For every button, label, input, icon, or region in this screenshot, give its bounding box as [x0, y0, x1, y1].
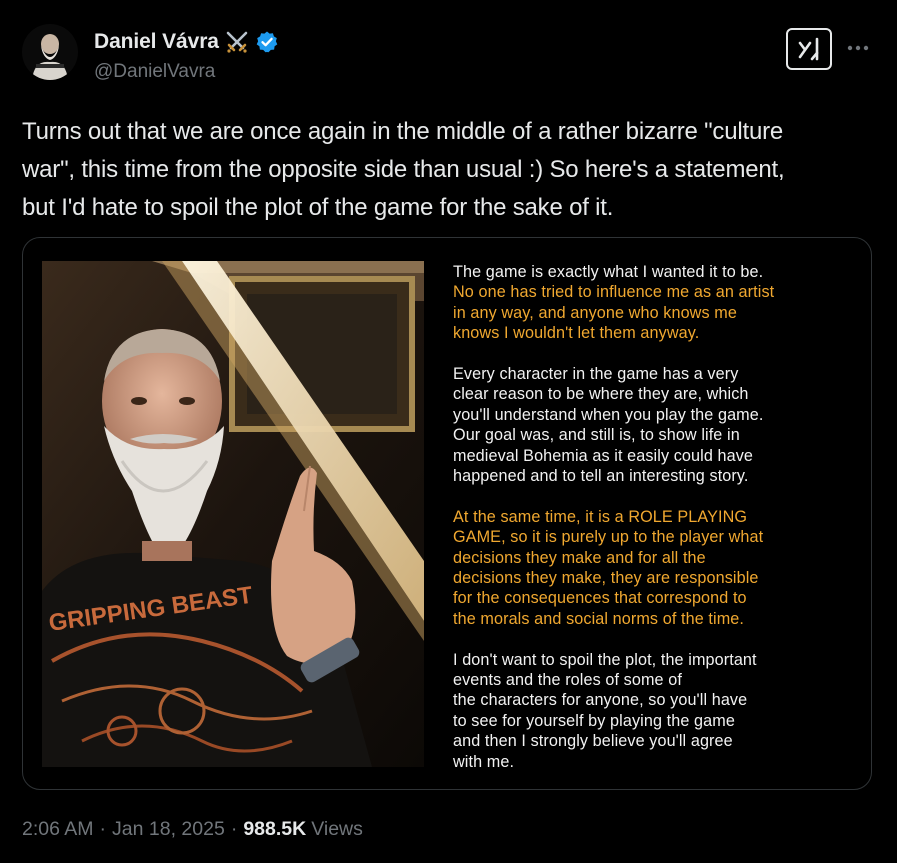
tweet-metadata: 2:06 AM · Jan 18, 2025 · 988.5K Views: [22, 818, 363, 841]
author-photo: GRIPPING BEAST: [42, 261, 424, 767]
statement-paragraph: The game is exactly what I wanted it to …: [453, 263, 775, 343]
statement-text: The game is exactly what I wanted it to …: [453, 262, 863, 789]
tweet-date[interactable]: Jan 18, 2025: [112, 818, 225, 841]
more-options-button[interactable]: [846, 34, 870, 62]
tweet-media-image[interactable]: GRIPPING BEAST The game is exactly what …: [22, 237, 872, 790]
separator: ·: [230, 818, 238, 840]
grok-icon: [798, 37, 819, 61]
verified-badge-icon[interactable]: [255, 30, 279, 54]
statement-paragraph: I don't want to spoil the plot, the impo…: [453, 650, 757, 771]
avatar-image: [22, 24, 78, 80]
statement-paragraph: At the same time, it is a ROLE PLAYING G…: [453, 507, 764, 628]
tweet-time[interactable]: 2:06 AM: [22, 818, 94, 841]
more-dots-icon: [847, 45, 869, 51]
grok-button[interactable]: [786, 28, 832, 70]
statement-paragraph: Every character in the game has a very c…: [453, 365, 764, 486]
tweet: Daniel Vávra @DanielVavra Turns out that…: [0, 0, 897, 863]
crossed-swords-icon: [225, 30, 249, 54]
views-label: Views: [311, 818, 363, 840]
author-display-name[interactable]: Daniel Vávra: [94, 30, 219, 54]
avatar[interactable]: [22, 24, 78, 80]
views-count: 988.5K: [243, 818, 307, 840]
author-handle[interactable]: @DanielVavra: [94, 61, 215, 83]
author-name-row: Daniel Vávra: [94, 30, 279, 54]
separator: ·: [99, 818, 107, 840]
tweet-text: Turns out that we are once again in the …: [22, 118, 785, 221]
